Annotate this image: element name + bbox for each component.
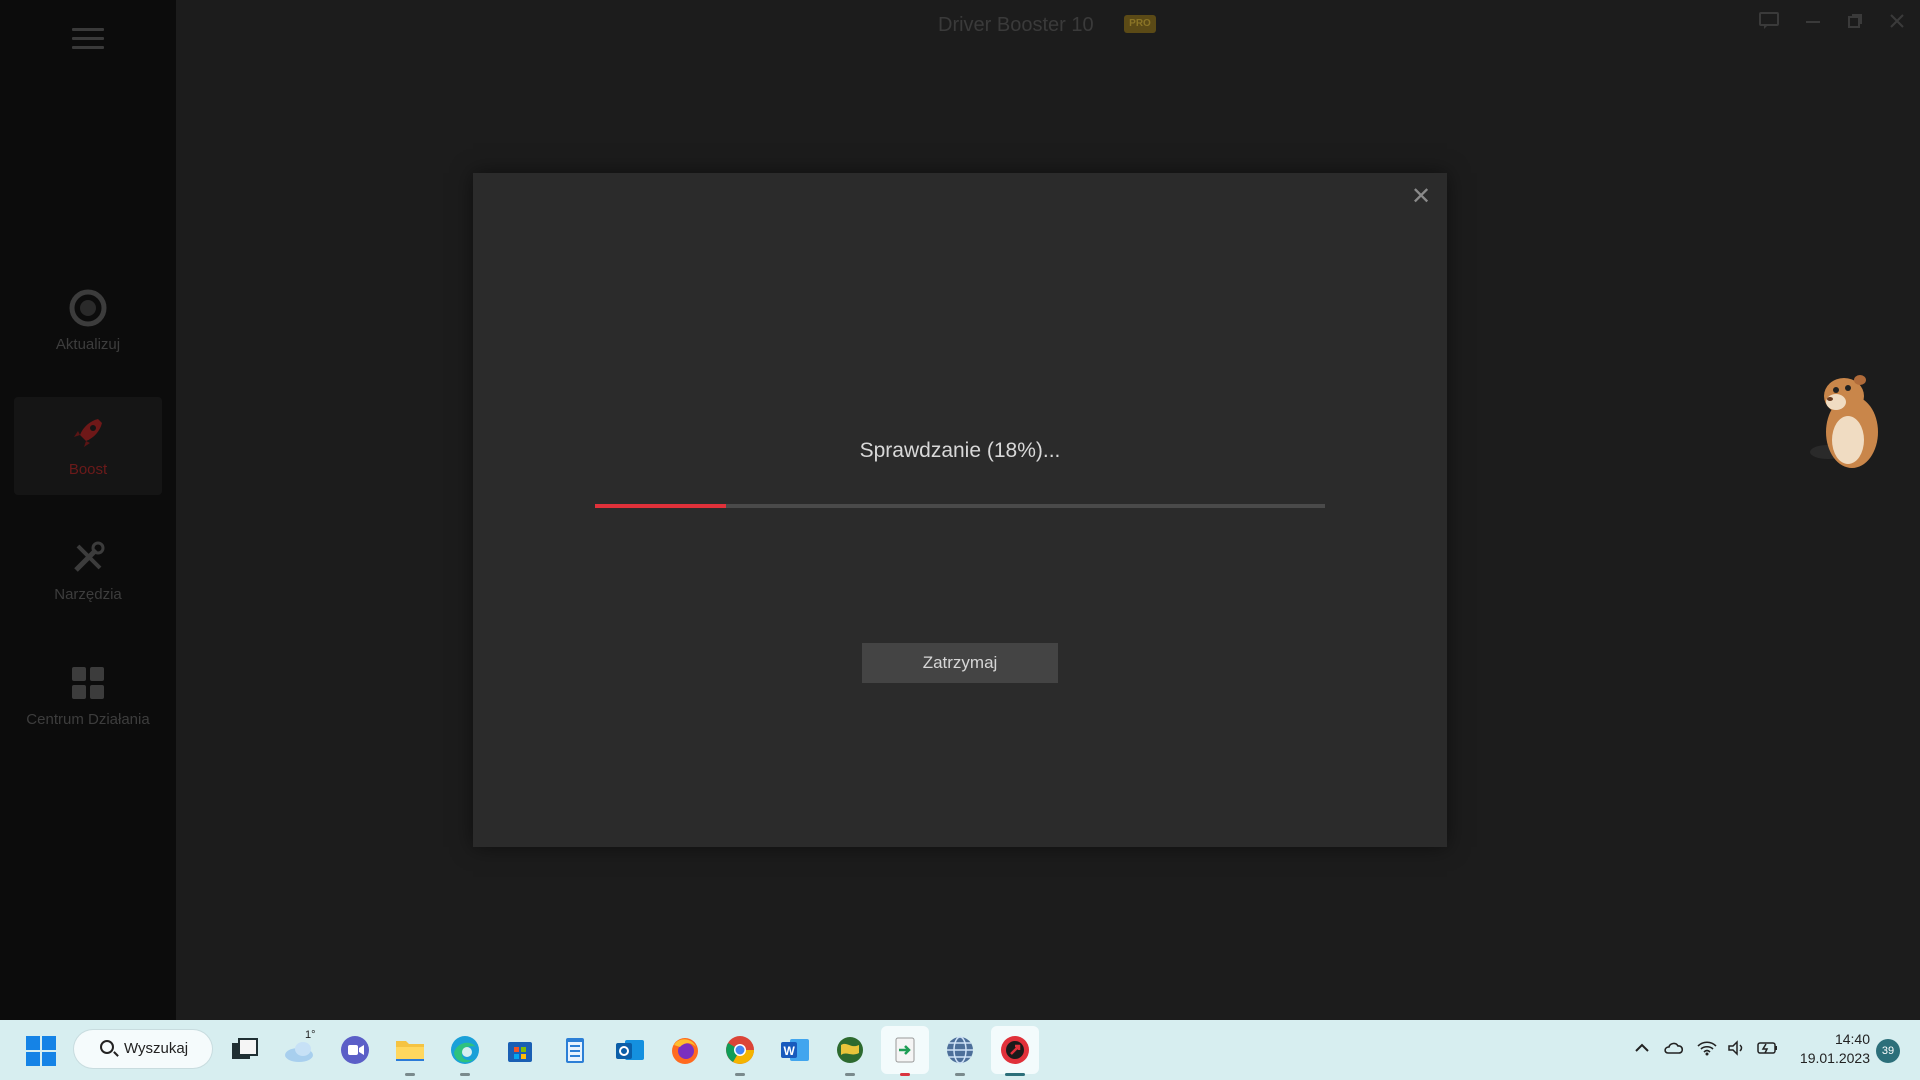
clock-time: 14:40 — [1834, 1031, 1870, 1047]
outlook-icon[interactable] — [613, 1033, 647, 1067]
microsoft-store-icon[interactable] — [503, 1033, 537, 1067]
running-indicator — [405, 1073, 415, 1076]
weather-temp: 1° — [305, 1029, 316, 1041]
onedrive-cloud-icon[interactable] — [1664, 1040, 1684, 1061]
word-icon[interactable]: W — [778, 1033, 812, 1067]
close-icon[interactable] — [1885, 12, 1909, 34]
scan-progress-fill — [595, 504, 727, 508]
menu-icon[interactable] — [72, 28, 104, 52]
dialog-close-button[interactable]: ✕ — [1407, 183, 1435, 211]
sidebar-item-update[interactable]: Aktualizuj — [14, 272, 162, 370]
running-indicator — [460, 1073, 470, 1076]
feedback-icon[interactable] — [1757, 12, 1781, 34]
search-icon — [100, 1040, 114, 1054]
notification-badge[interactable]: 39 — [1876, 1039, 1900, 1063]
svg-text:W: W — [784, 1044, 796, 1058]
browser-globe-icon[interactable] — [943, 1033, 977, 1076]
grid-icon — [72, 667, 104, 699]
volume-icon[interactable] — [1727, 1040, 1747, 1061]
teams-chat-icon[interactable] — [338, 1033, 372, 1067]
running-indicator — [955, 1073, 965, 1076]
firefox-icon[interactable] — [668, 1033, 702, 1067]
search-label: Wyszukaj — [124, 1040, 189, 1057]
driver-booster-taskbar-icon[interactable] — [998, 1033, 1032, 1076]
sidebar-item-label: Aktualizuj — [55, 336, 121, 353]
wifi-icon[interactable] — [1697, 1040, 1717, 1061]
taskbar-search[interactable]: Wyszukaj — [74, 1030, 212, 1068]
running-indicator — [1005, 1073, 1025, 1076]
scan-dialog: ✕ Sprawdzanie (18%)... Zatrzymaj — [473, 173, 1447, 847]
minimize-icon[interactable] — [1801, 12, 1825, 34]
notepad-icon[interactable] — [558, 1033, 592, 1067]
file-explorer-icon[interactable] — [393, 1033, 427, 1076]
tools-icon — [74, 541, 105, 572]
export-app-icon[interactable] — [888, 1033, 922, 1076]
app-title: Driver Booster 10 — [938, 14, 1094, 36]
taskbar: Wyszukaj 1° W 14:40 19.01.2023 39 — [0, 1020, 1920, 1080]
battery-icon[interactable] — [1757, 1040, 1779, 1061]
update-ring-icon — [69, 289, 107, 327]
show-hidden-icons-chevron-icon[interactable] — [1634, 1040, 1650, 1061]
restore-icon[interactable] — [1843, 12, 1867, 34]
edge-browser-icon[interactable] — [448, 1033, 482, 1076]
weather-icon[interactable]: 1° — [283, 1029, 317, 1067]
sidebar-item-boost[interactable]: Boost — [14, 397, 162, 495]
clock-date: 19.01.2023 — [1799, 1050, 1870, 1066]
running-indicator — [735, 1073, 745, 1076]
globe-app-icon[interactable] — [833, 1033, 867, 1076]
hamster-mascot-icon[interactable] — [1808, 370, 1888, 476]
running-indicator — [845, 1073, 855, 1076]
scan-progress-bar — [595, 504, 1325, 508]
windows-start-icon[interactable] — [26, 1036, 56, 1066]
pro-badge: PRO — [1124, 15, 1156, 33]
sidebar-item-tools[interactable]: Narzędzia — [14, 522, 162, 620]
sidebar-item-label: Narzędzia — [54, 586, 122, 603]
running-indicator — [900, 1073, 910, 1076]
sidebar: Aktualizuj Boost Narzędzia Centrum Dział… — [0, 0, 176, 1020]
sidebar-item-label: Centrum Działania — [26, 711, 150, 728]
chrome-icon[interactable] — [723, 1033, 757, 1076]
driver-booster-window: Aktualizuj Boost Narzędzia Centrum Dział… — [0, 0, 1920, 1020]
taskbar-clock[interactable]: 14:40 19.01.2023 — [1790, 1030, 1870, 1068]
sidebar-item-label: Boost — [68, 461, 108, 478]
task-view-icon[interactable] — [228, 1033, 262, 1067]
rocket-icon — [74, 419, 102, 447]
stop-button[interactable]: Zatrzymaj — [862, 643, 1058, 683]
sidebar-item-action-center[interactable]: Centrum Działania — [14, 647, 162, 745]
scan-status-text: Sprawdzanie (18%)... — [859, 439, 1061, 462]
